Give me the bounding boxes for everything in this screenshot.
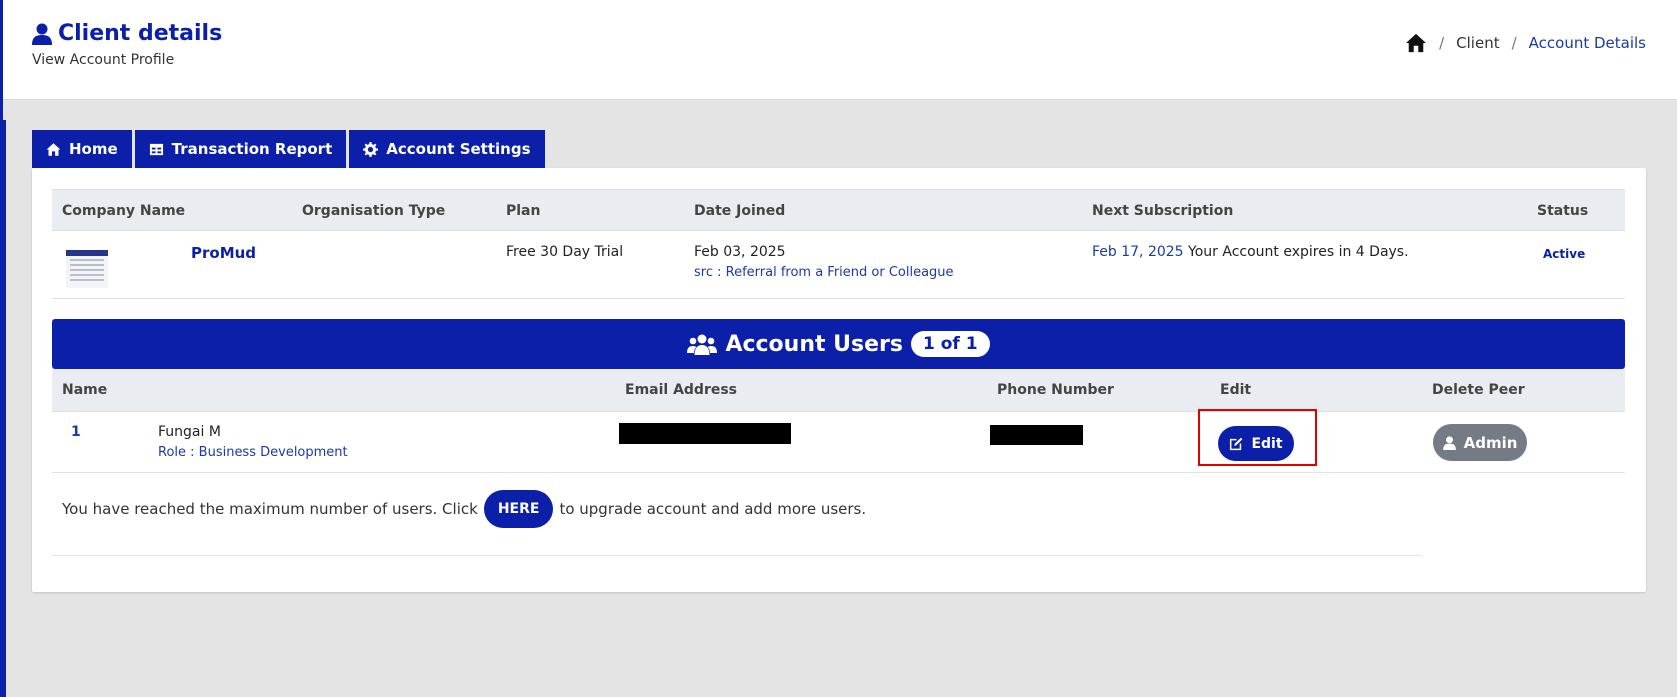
gear-icon <box>363 141 379 157</box>
col-edit: Edit <box>1220 382 1252 398</box>
account-users-banner: Account Users 1 of 1 <box>52 319 1625 369</box>
title-block: Client details View Account Profile <box>32 21 222 68</box>
users-table-header: Name Email Address Phone Number Edit Del… <box>52 369 1625 412</box>
edit-user-button[interactable]: Edit <box>1218 426 1294 461</box>
redacted-email <box>619 423 791 444</box>
tab-transaction-report-label: Transaction Report <box>171 140 333 158</box>
table-row: 1 Fungai M Role : Business Development E… <box>52 409 1625 473</box>
page-title-text: Client details <box>58 21 223 46</box>
tab-transaction-report[interactable]: Transaction Report <box>134 130 347 168</box>
company-logo <box>66 250 108 288</box>
notice-text-after: to upgrade account and add more users. <box>559 500 867 518</box>
col-phone-number: Phone Number <box>997 382 1114 398</box>
account-users-title: Account Users <box>725 331 903 357</box>
home-icon <box>46 142 61 156</box>
user-name: Fungai M <box>158 424 221 440</box>
page-subtitle: View Account Profile <box>32 52 175 68</box>
user-icon <box>32 23 52 45</box>
users-icon <box>687 334 718 355</box>
col-email-address: Email Address <box>625 382 738 398</box>
home-icon[interactable] <box>1405 33 1427 53</box>
user-role: Role : Business Development <box>158 445 348 460</box>
company-name[interactable]: ProMud <box>191 244 256 262</box>
user-index: 1 <box>71 424 81 440</box>
col-delete-peer: Delete Peer <box>1432 382 1525 398</box>
signup-source: src : Referral from a Friend or Colleagu… <box>694 265 954 280</box>
tab-account-settings-label: Account Settings <box>386 140 531 158</box>
tab-home-label: Home <box>69 140 118 158</box>
account-row: ProMud Free 30 Day Trial Feb 03, 2025 sr… <box>52 231 1625 299</box>
admin-badge: Admin <box>1433 424 1527 461</box>
breadcrumb: / Client / Account Details <box>1405 33 1646 53</box>
date-joined-value: Feb 03, 2025 <box>694 244 786 260</box>
breadcrumb-separator: / <box>1511 34 1517 52</box>
breadcrumb-account-details: Account Details <box>1528 34 1646 52</box>
divider <box>52 555 1422 556</box>
page-title: Client details <box>32 21 222 46</box>
table-icon <box>149 143 163 155</box>
tab-home[interactable]: Home <box>32 130 132 168</box>
max-users-notice: You have reached the maximum number of u… <box>62 490 866 528</box>
notice-text-before: You have reached the maximum number of u… <box>62 500 478 518</box>
col-next-subscription: Next Subscription <box>1092 203 1234 219</box>
user-icon <box>1442 435 1456 450</box>
breadcrumb-client[interactable]: Client <box>1456 34 1499 52</box>
col-date-joined: Date Joined <box>694 203 786 219</box>
account-card: Company Name Organisation Type Plan Date… <box>32 168 1646 592</box>
col-status: Status <box>1537 203 1589 219</box>
account-table-header: Company Name Organisation Type Plan Date… <box>52 189 1625 231</box>
col-company-name: Company Name <box>62 203 186 219</box>
next-subscription: Feb 17, 2025 Your Account expires in 4 D… <box>1092 244 1409 260</box>
col-name: Name <box>62 382 108 398</box>
next-subscription-date: Feb 17, 2025 <box>1092 244 1184 260</box>
upgrade-here-button[interactable]: HERE <box>483 490 554 528</box>
breadcrumb-separator: / <box>1439 34 1445 52</box>
users-count-badge: 1 of 1 <box>910 331 990 357</box>
plan-value: Free 30 Day Trial <box>506 244 624 260</box>
redacted-phone <box>990 425 1083 445</box>
edit-icon <box>1230 437 1243 451</box>
tab-bar: Home Transaction Report Account Settings <box>32 130 545 168</box>
col-organisation-type: Organisation Type <box>302 203 446 219</box>
tab-account-settings[interactable]: Account Settings <box>349 130 545 168</box>
edit-button-label: Edit <box>1251 435 1283 452</box>
admin-label: Admin <box>1463 433 1518 452</box>
status-badge: Active <box>1543 247 1586 261</box>
col-plan: Plan <box>506 203 541 219</box>
page-header: Client details View Account Profile / Cl… <box>3 0 1677 100</box>
next-subscription-note: Your Account expires in 4 Days. <box>1188 244 1409 260</box>
